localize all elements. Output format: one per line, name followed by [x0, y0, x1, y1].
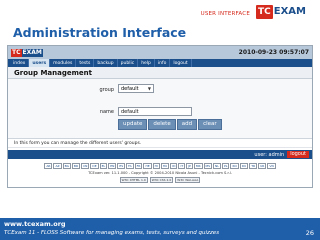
- footer-caption: TCExam 11 - FLOSS Software for managing …: [4, 230, 220, 236]
- menu-item-backup[interactable]: backup: [94, 59, 118, 67]
- lang-link[interactable]: AR: [44, 163, 53, 169]
- group-select-value: default: [121, 85, 139, 92]
- menu-item-index[interactable]: index: [10, 59, 30, 67]
- lang-link[interactable]: FA: [126, 163, 134, 169]
- group-form: group default ▼ name default update dele…: [8, 79, 312, 139]
- lang-link[interactable]: ES: [117, 163, 126, 169]
- lang-link[interactable]: DE: [90, 163, 99, 169]
- form-buttons: update delete add clear: [118, 119, 222, 130]
- lang-link[interactable]: HI: [152, 163, 160, 169]
- slide-section-label: USER INTERFACE: [200, 11, 250, 17]
- name-label: name: [99, 109, 114, 115]
- lang-link[interactable]: NL: [213, 163, 221, 169]
- wai-badge[interactable]: W3C WAI-AAA: [175, 177, 201, 183]
- lang-link[interactable]: UR: [258, 163, 267, 169]
- app-screenshot: TC EXAM 2010-09-23 09:57:07 index users …: [7, 45, 313, 188]
- page-number: 26: [305, 229, 314, 237]
- lang-link[interactable]: TR: [249, 163, 258, 169]
- logo-tc-text: TC: [256, 5, 273, 19]
- lang-link[interactable]: RO: [230, 163, 239, 169]
- menu-item-logout[interactable]: logout: [170, 59, 192, 67]
- lang-link[interactable]: AZ: [53, 163, 62, 169]
- language-selector: AR AZ BG BR CN DE EL EN ES FA FR HE HI H…: [44, 163, 276, 169]
- lang-link[interactable]: BR: [71, 163, 81, 169]
- menu-item-public[interactable]: public: [118, 59, 139, 67]
- xhtml-badge[interactable]: W3C XHTML 1.0: [119, 177, 148, 183]
- status-bar: user: admin logout: [8, 150, 312, 159]
- group-label: group: [99, 87, 114, 93]
- slide: USER INTERFACE TC EXAM Administration In…: [0, 0, 320, 240]
- lang-link[interactable]: BG: [62, 163, 71, 169]
- site-url: www.tcexam.org: [4, 220, 66, 228]
- app-logo: TC EXAM: [11, 48, 43, 57]
- lang-link[interactable]: HE: [143, 163, 152, 169]
- lang-link[interactable]: MS: [203, 163, 213, 169]
- lang-link[interactable]: HU: [160, 163, 170, 169]
- update-button[interactable]: update: [118, 119, 148, 130]
- page-title-bar: Group Management: [8, 67, 312, 79]
- lang-link[interactable]: MR: [193, 163, 203, 169]
- lang-link[interactable]: VN: [267, 163, 276, 169]
- lang-link[interactable]: ID: [170, 163, 178, 169]
- app-header: TC EXAM 2010-09-23 09:57:07: [8, 46, 312, 59]
- help-text: In this form you can manage the differen…: [8, 139, 312, 148]
- lang-link[interactable]: EN: [108, 163, 117, 169]
- menu-item-users[interactable]: users: [29, 59, 51, 67]
- group-select[interactable]: default ▼: [118, 84, 154, 93]
- clear-button[interactable]: clear: [198, 119, 222, 130]
- name-input[interactable]: default: [118, 107, 192, 116]
- css-badge[interactable]: W3C CSS 2.0: [149, 177, 174, 183]
- slide-footer: www.tcexam.org TCExam 11 - FLOSS Softwar…: [0, 218, 320, 240]
- menu-item-tests[interactable]: tests: [76, 59, 95, 67]
- lang-link[interactable]: RU: [239, 163, 249, 169]
- chevron-down-icon: ▼: [147, 86, 151, 91]
- slide-title: Administration Interface: [13, 25, 187, 40]
- add-button[interactable]: add: [176, 119, 198, 130]
- validation-badges: W3C XHTML 1.0 W3C CSS 2.0 W3C WAI-AAA: [119, 177, 201, 183]
- copyright-text: TCExam ver. 11.1.000 - Copyright © 2004-…: [88, 171, 232, 175]
- lang-link[interactable]: EL: [99, 163, 108, 169]
- page-title: Group Management: [14, 68, 92, 77]
- tcexam-logo: TC EXAM: [256, 5, 314, 19]
- datetime: 2010-09-23 09:57:07: [238, 49, 309, 56]
- app-logo-tc: TC: [11, 48, 22, 57]
- delete-button[interactable]: delete: [148, 119, 176, 130]
- lang-link[interactable]: FR: [134, 163, 143, 169]
- current-user: user: admin: [254, 151, 285, 158]
- menu-item-modules[interactable]: modules: [50, 59, 77, 67]
- logout-button[interactable]: logout: [287, 151, 309, 158]
- lang-link[interactable]: IT: [178, 163, 186, 169]
- lang-link[interactable]: CN: [81, 163, 90, 169]
- app-footer: AR AZ BG BR CN DE EL EN ES FA FR HE HI H…: [8, 161, 312, 187]
- menu-item-help[interactable]: help: [138, 59, 155, 67]
- app-logo-exam: EXAM: [21, 48, 43, 57]
- lang-link[interactable]: PL: [221, 163, 230, 169]
- main-menu: index users modules tests backup public …: [8, 59, 312, 67]
- logo-exam-text: EXAM: [273, 6, 306, 17]
- menu-item-info[interactable]: info: [155, 59, 171, 67]
- lang-link[interactable]: JP: [186, 163, 193, 169]
